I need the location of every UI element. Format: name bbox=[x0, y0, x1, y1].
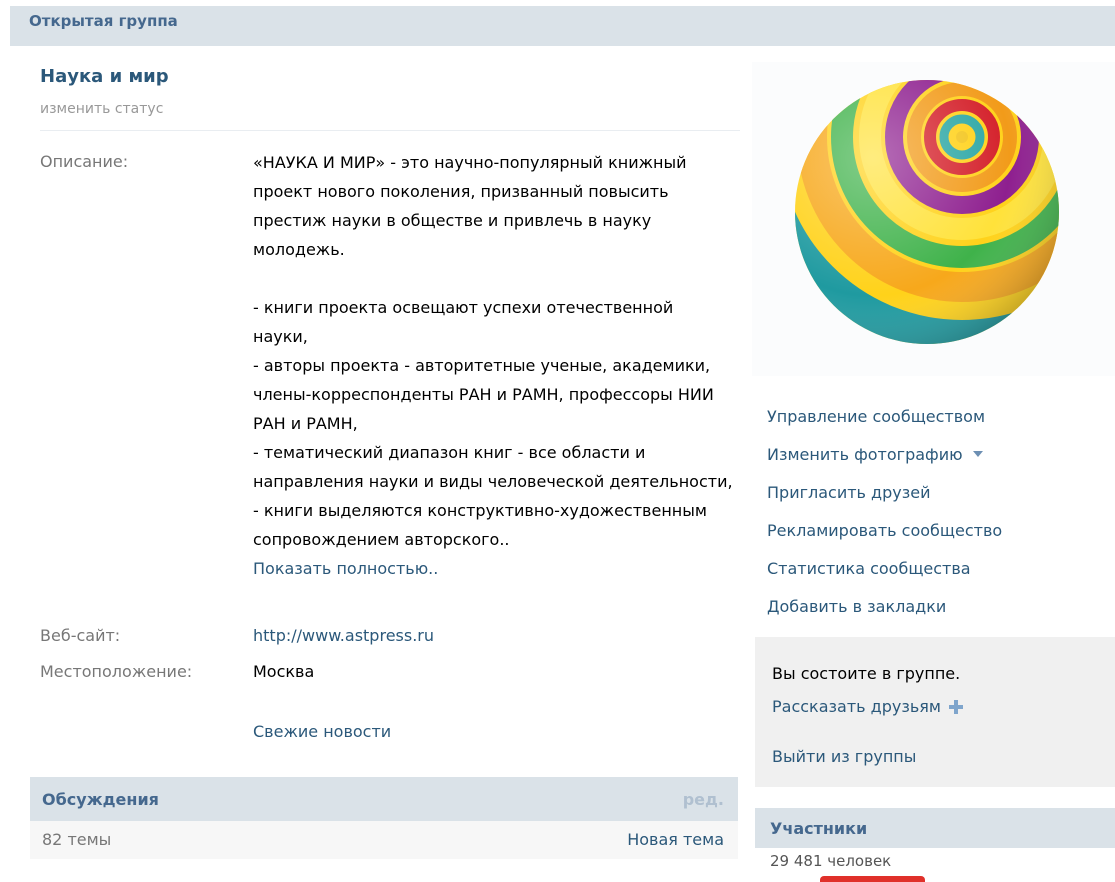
truncated-content bbox=[40, 872, 640, 882]
advertise-community-link[interactable]: Рекламировать сообщество bbox=[767, 511, 1002, 549]
website-link[interactable]: http://www.astpress.ru bbox=[253, 626, 434, 645]
invite-friends-link[interactable]: Пригласить друзей bbox=[767, 473, 1002, 511]
change-photo-link[interactable]: Изменить фотографию bbox=[767, 435, 1002, 473]
group-name: Наука и мир bbox=[40, 66, 169, 87]
group-avatar bbox=[752, 62, 1115, 376]
striped-ball-image bbox=[795, 80, 1059, 344]
action-label: Изменить фотографию bbox=[767, 444, 963, 464]
manage-community-link[interactable]: Управление сообществом bbox=[767, 397, 1002, 435]
description-text: «НАУКА И МИР» - это научно-популярный кн… bbox=[253, 148, 733, 583]
fresh-news-link[interactable]: Свежие новости bbox=[253, 722, 391, 741]
edit-discussions-link[interactable]: ред. bbox=[683, 790, 724, 809]
tell-friends-link[interactable]: Рассказать друзьям bbox=[772, 697, 963, 716]
discussions-title: Обсуждения bbox=[42, 790, 159, 809]
membership-status: Вы состоите в группе. bbox=[772, 664, 961, 683]
description-para: - тематический диапазон книг - все облас… bbox=[253, 443, 733, 491]
plus-icon bbox=[948, 699, 963, 714]
truncated-red-button[interactable] bbox=[820, 876, 925, 882]
divider bbox=[40, 130, 740, 131]
tell-friends-label: Рассказать друзьям bbox=[772, 697, 941, 716]
new-topic-link[interactable]: Новая тема bbox=[627, 830, 724, 849]
participants-count: 29 481 человек bbox=[770, 852, 892, 870]
topics-count: 82 темы bbox=[42, 830, 112, 849]
leave-group-link[interactable]: Выйти из группы bbox=[772, 747, 916, 766]
show-more-link[interactable]: Показать полностью.. bbox=[253, 554, 733, 583]
participants-header: Участники bbox=[755, 808, 1115, 848]
add-bookmark-link[interactable]: Добавить в закладки bbox=[767, 587, 1002, 625]
description-para: «НАУКА И МИР» - это научно-популярный кн… bbox=[253, 153, 687, 259]
description-para: - книги выделяются конструктивно-художес… bbox=[253, 501, 707, 549]
group-actions-menu: Управление сообществом Изменить фотограф… bbox=[767, 397, 1002, 625]
description-para: - книги проекта освещают успехи отечеств… bbox=[253, 298, 674, 346]
discussions-summary: 82 темы Новая тема bbox=[30, 821, 738, 859]
participants-title: Участники bbox=[770, 819, 868, 838]
action-label: Управление сообществом bbox=[767, 406, 986, 426]
discussions-header: Обсуждения ред. bbox=[30, 777, 738, 821]
description-label: Описание: bbox=[40, 152, 129, 171]
chevron-down-icon bbox=[972, 451, 983, 457]
group-type-title: Открытая группа bbox=[29, 12, 178, 30]
action-label: Рекламировать сообщество bbox=[767, 520, 1003, 540]
location-value: Москва bbox=[253, 662, 315, 681]
action-label: Статистика сообщества bbox=[767, 558, 971, 578]
change-status-link[interactable]: изменить статус bbox=[40, 101, 163, 117]
website-label: Веб-сайт: bbox=[40, 626, 121, 645]
membership-box: Вы состоите в группе. Рассказать друзьям… bbox=[755, 637, 1115, 787]
group-type-bar: Открытая группа bbox=[10, 6, 1115, 46]
community-statistics-link[interactable]: Статистика сообщества bbox=[767, 549, 1002, 587]
location-label: Местоположение: bbox=[40, 662, 193, 681]
action-label: Добавить в закладки bbox=[767, 596, 947, 616]
description-gap bbox=[253, 264, 733, 293]
action-label: Пригласить друзей bbox=[767, 482, 931, 502]
description-para: - авторы проекта - авторитетные ученые, … bbox=[253, 356, 714, 433]
